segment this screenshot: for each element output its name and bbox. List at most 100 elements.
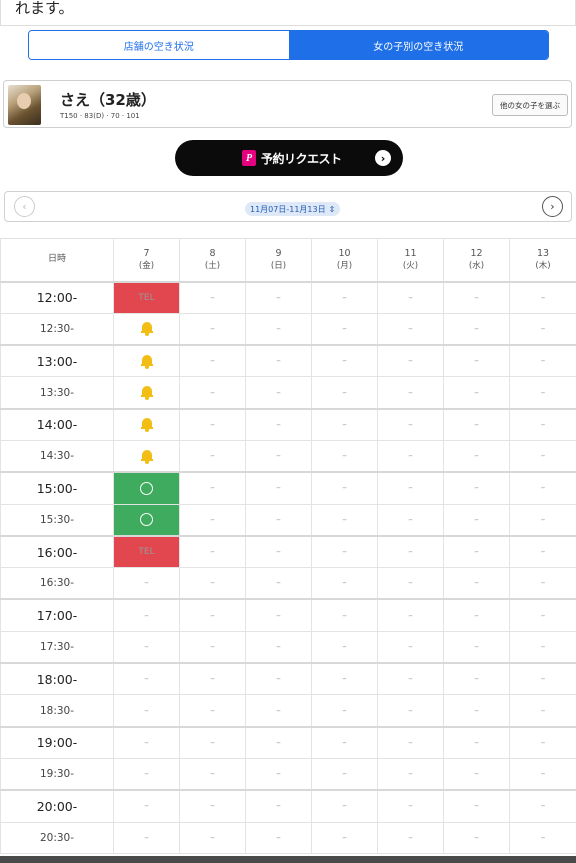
slot-unavailable: – (245, 280, 312, 314)
slot-unavailable: – (179, 757, 246, 791)
slot-unavailable: – (509, 534, 576, 569)
slot-unavailable: – (245, 725, 312, 759)
slot-unavailable: – (113, 725, 180, 759)
slot-unavailable: – (179, 725, 246, 759)
slot-unavailable: – (443, 662, 510, 696)
intro-text: れます。 (15, 0, 74, 17)
availability-tabs: 店舗の空き状況 女の子別の空き状況 (28, 30, 549, 60)
slot-unavailable: – (377, 598, 444, 632)
slot-unavailable: – (509, 439, 576, 473)
slot-unavailable: – (179, 503, 246, 537)
day-header: 7 (金) (113, 238, 180, 282)
slot-notify[interactable] (113, 439, 180, 473)
slot-unavailable: – (179, 662, 246, 696)
slot-unavailable: – (377, 344, 444, 378)
time-slot-label: 13:30- (0, 376, 114, 410)
avatar[interactable] (8, 85, 41, 125)
day-weekday: (日) (270, 260, 287, 271)
prev-week-button[interactable]: ‹ (14, 196, 35, 217)
chevron-right-icon: › (375, 150, 391, 166)
slot-unavailable: – (179, 567, 246, 600)
slot-available[interactable] (113, 503, 180, 537)
slot-unavailable: – (311, 567, 378, 600)
slot-unavailable: – (509, 312, 576, 346)
day-weekday: (木) (535, 260, 551, 271)
next-week-button[interactable]: › (542, 196, 563, 217)
day-weekday: (月) (336, 260, 353, 271)
time-slot-label: 18:00- (0, 662, 114, 696)
slot-unavailable: – (179, 534, 246, 569)
day-header: 8 (土) (179, 238, 246, 282)
slot-unavailable: – (509, 821, 576, 855)
slot-unavailable: – (509, 694, 576, 728)
slot-notify[interactable] (113, 376, 180, 410)
profile-name: さえ（32歳） (60, 91, 156, 109)
slot-available[interactable] (113, 471, 180, 505)
slot-tel[interactable]: TEL (113, 534, 180, 569)
slot-unavailable: – (443, 630, 510, 664)
slot-unavailable: – (311, 312, 378, 346)
slot-unavailable: – (113, 821, 180, 855)
slot-unavailable: – (113, 630, 180, 664)
slot-unavailable: – (377, 789, 444, 823)
slot-unavailable: – (179, 344, 246, 378)
slot-unavailable: – (509, 344, 576, 378)
time-slot-label: 16:30- (0, 567, 114, 600)
slot-tel[interactable]: TEL (113, 280, 180, 314)
profile-stats: T150 · 83(D) · 70 · 101 (60, 112, 140, 120)
slot-unavailable: – (509, 567, 576, 600)
slot-notify[interactable] (113, 312, 180, 346)
bottom-bar (0, 856, 576, 863)
time-slot-label: 14:30- (0, 439, 114, 473)
slot-unavailable: – (377, 503, 444, 537)
slot-unavailable: – (179, 694, 246, 728)
bell-icon (140, 385, 153, 401)
reservation-request-button[interactable]: P 予約リクエスト › (175, 140, 403, 176)
tab-girl-availability[interactable]: 女の子別の空き状況 (288, 31, 548, 59)
slot-notify[interactable] (113, 407, 180, 441)
tab-store-availability[interactable]: 店舗の空き状況 (29, 31, 289, 59)
week-range-selector[interactable]: 11月07日-11月13日 ⇕ (245, 202, 341, 216)
bell-icon (140, 417, 153, 433)
slot-unavailable: – (509, 725, 576, 759)
slot-unavailable: – (377, 757, 444, 791)
slot-unavailable: – (245, 407, 312, 441)
slot-unavailable: – (377, 312, 444, 346)
schedule-row: 20:00- – – – – – – – (0, 789, 576, 823)
day-weekday: (金) (138, 260, 155, 271)
slot-unavailable: – (311, 503, 378, 537)
intro-text-box: れます。 (0, 0, 576, 26)
slot-unavailable: – (311, 694, 378, 728)
slot-unavailable: – (311, 662, 378, 696)
day-number: 12 (470, 247, 483, 259)
slot-unavailable: – (311, 534, 378, 569)
week-range-label: 11月07日-11月13日 (250, 204, 326, 214)
slot-unavailable: – (245, 439, 312, 473)
week-navigator: ‹ 11月07日-11月13日 ⇕ › (4, 191, 572, 222)
time-slot-label: 15:00- (0, 471, 114, 505)
schedule-row: 13:30- – – – – – – (0, 376, 576, 410)
bell-icon (140, 321, 153, 337)
slot-unavailable: – (311, 725, 378, 759)
slot-unavailable: – (443, 534, 510, 569)
slot-unavailable: – (245, 503, 312, 537)
time-slot-label: 19:30- (0, 757, 114, 791)
slot-unavailable: – (179, 598, 246, 632)
slot-unavailable: – (377, 821, 444, 855)
slot-unavailable: – (443, 598, 510, 632)
time-slot-label: 12:30- (0, 312, 114, 346)
schedule-row: 17:00- – – – – – – – (0, 598, 576, 632)
reservation-request-label: 予約リクエスト (261, 152, 342, 166)
time-slot-label: 19:00- (0, 725, 114, 759)
day-header: 10 (月) (311, 238, 378, 282)
slot-unavailable: – (245, 662, 312, 696)
slot-unavailable: – (443, 376, 510, 410)
slot-notify[interactable] (113, 344, 180, 378)
slot-unavailable: – (311, 757, 378, 791)
choose-other-girl-button[interactable]: 他の女の子を選ぶ (492, 94, 568, 116)
slot-unavailable: – (377, 694, 444, 728)
schedule-row: 14:00- – – – – – – (0, 407, 576, 441)
slot-unavailable: – (311, 598, 378, 632)
circle-icon (140, 481, 153, 495)
schedule-row: 19:30- – – – – – – – (0, 757, 576, 791)
